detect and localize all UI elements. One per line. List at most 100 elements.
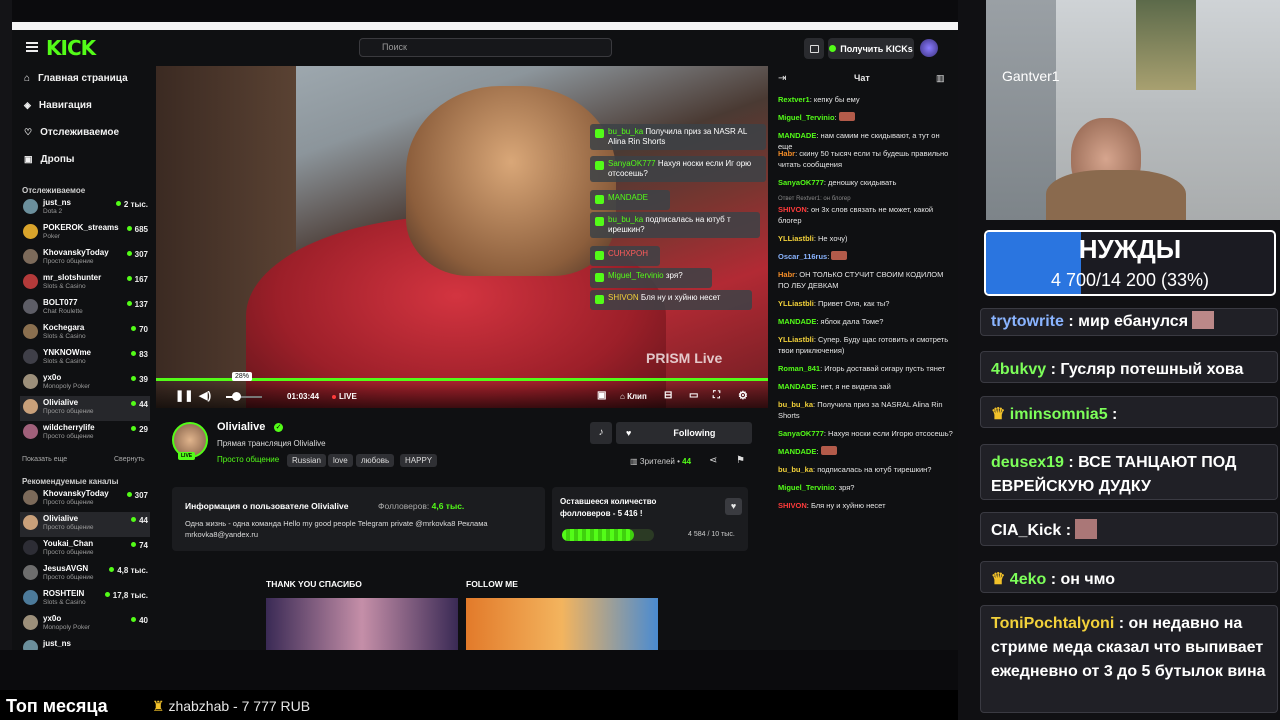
overlay-chat-message: CUHXPOH [590, 246, 660, 266]
chat-username[interactable]: SHIVON [778, 501, 807, 510]
chat-username[interactable]: SanyaOK777 [778, 429, 824, 438]
avatar [23, 424, 38, 439]
notification-bell-icon[interactable]: ♪ [590, 422, 612, 444]
followed-channel[interactable]: YNKNOWme Slots & Casino 83 [20, 346, 150, 371]
donation-goal-progress: 4 700/14 200 (33%) [1050, 270, 1210, 290]
share-icon[interactable]: ⋖ [709, 455, 717, 466]
chat-users-icon[interactable]: ▥ [936, 73, 945, 84]
chat-message: MANDADE: [778, 445, 956, 457]
chat-username[interactable]: Rextver1 [778, 95, 810, 104]
followed-channel[interactable]: just_ns Dota 2 2 тыс. [20, 196, 150, 221]
recommended-channel[interactable]: Youkai_Chan Просто общение 74 [20, 537, 150, 562]
chat-text: Привет Оля, как ты? [818, 298, 890, 308]
library-button[interactable] [804, 38, 824, 59]
collapse-link[interactable]: Свернуть [114, 456, 145, 463]
chat-username[interactable]: Roman_841 [778, 364, 820, 373]
chat-message: SHIVON: Бля ну и хуйню несет [778, 500, 956, 511]
nav-browse[interactable]: ◈ Навигация [24, 95, 149, 115]
pip-icon[interactable]: ▭ [689, 390, 698, 401]
chat-username[interactable]: bu_bu_ka [778, 400, 813, 409]
following-button[interactable]: ♥ Following [616, 422, 752, 444]
collapse-chat-icon[interactable]: ⇥ [778, 73, 786, 84]
followed-channel[interactable]: POKEROK_streams Poker 685 [20, 221, 150, 246]
nav-following-label: Отслеживаемое [40, 126, 120, 138]
following-label: Following [673, 428, 716, 438]
show-more-link[interactable]: Показать еще [22, 456, 67, 463]
top-month-title: Топ месяца [6, 696, 108, 716]
recommended-channel[interactable]: just_ns [20, 637, 150, 650]
heart-icon[interactable]: ♥ [725, 498, 742, 515]
channel-game: Dota 2 [43, 208, 63, 215]
screenshot-icon[interactable]: ⊟ [664, 390, 672, 401]
chat-username[interactable]: SHIVON [778, 205, 807, 214]
chat-username[interactable]: Oscar_116rus [778, 252, 827, 261]
get-kicks-button[interactable]: Получить KICKs [828, 38, 914, 59]
menu-icon[interactable] [26, 42, 38, 52]
search-input[interactable]: Поиск [359, 38, 612, 57]
tag-chip[interactable]: любовь [356, 454, 395, 467]
recommended-channel[interactable]: yx0o Monopoly Poker 40 [20, 612, 150, 637]
nav-home[interactable]: ⌂ Главная страница [24, 68, 149, 88]
theater-icon[interactable]: ▣ [597, 390, 606, 401]
report-icon[interactable]: ⚑ [736, 455, 745, 466]
followed-channel[interactable]: KhovanskyToday Просто общение 307 [20, 246, 150, 271]
chat-username[interactable]: Miguel_Tervinio [778, 113, 835, 122]
chat-username[interactable]: YLLiastbli [778, 234, 814, 243]
volume-icon[interactable]: ◀) [199, 389, 211, 402]
goal-card-title: Оставшееся количество фолловеров - 5 416… [560, 497, 657, 518]
recommended-channel[interactable]: KhovanskyToday Просто общение 307 [20, 487, 150, 512]
pause-icon[interactable]: ❚❚ [175, 389, 193, 402]
avatar [23, 224, 38, 239]
bottom-bar: Топ месяца ♜ zhabzhab - 7 777 RUB [0, 690, 958, 720]
chat-username[interactable]: YLLiastbli [778, 335, 814, 344]
recommended-channel-selected[interactable]: Olivialive Просто общение 44 [20, 512, 150, 537]
viewer-count: 137 [127, 300, 148, 309]
chat-username[interactable]: MANDADE [778, 131, 816, 140]
recommended-channel[interactable]: JesusAVGN Просто общение 4,8 тыс. [20, 562, 150, 587]
tag-chip[interactable]: HAPPY [400, 454, 438, 467]
about-title: Информация о пользователе Olivialive [185, 501, 349, 511]
chat-text: Игорь доставай сигару пусть тянет [824, 363, 946, 373]
recommended-channel[interactable]: ROSHTEIN Slots & Casino 17,8 тыс. [20, 587, 150, 612]
category-link[interactable]: Просто общение [217, 455, 279, 464]
prism-watermark: PRISM Live [646, 350, 723, 366]
channel-name[interactable]: Olivialive [217, 421, 265, 433]
panel-image[interactable] [266, 598, 458, 650]
followed-channel[interactable]: mr_slotshunter Slots & Casino 167 [20, 271, 150, 296]
tag-chip[interactable]: Russian [287, 454, 326, 467]
chat-message: Roman_841: Игорь доставай сигару пусть т… [778, 363, 956, 374]
user-avatar[interactable] [920, 39, 938, 57]
clip-button[interactable]: ⌂ Клип [620, 392, 647, 401]
chat-text: подписалась на ютуб тирешкин? [817, 464, 932, 474]
kick-logo[interactable]: KICK [46, 36, 96, 60]
settings-icon[interactable]: ⚙ [738, 389, 748, 402]
chat-username[interactable]: SanyaOK777 [778, 178, 824, 187]
channel-name: Olivialive [43, 514, 79, 523]
followed-channel[interactable]: wildcherrylife Просто общение 29 [20, 421, 150, 446]
channel-name: BOLT077 [43, 298, 78, 307]
tag-chip[interactable]: love [328, 454, 353, 467]
chat-username[interactable]: Habr [778, 149, 795, 158]
nav-drops[interactable]: ▣ Дропы [24, 149, 149, 169]
chat-text: нет, я не видела зай [820, 381, 891, 391]
followed-channel[interactable]: Kochegara Slots & Casino 70 [20, 321, 150, 346]
nav-following[interactable]: ♡ Отслеживаемое [24, 122, 149, 142]
volume-knob[interactable] [232, 392, 242, 401]
followed-channel-selected[interactable]: Olivialive Просто общение 44 [20, 396, 150, 421]
chat-username[interactable]: MANDADE [778, 317, 816, 326]
channel-game: Slots & Casino [43, 599, 86, 606]
overlay-chat-message: Miguel_Tervinio зря? [590, 268, 712, 288]
chat-username[interactable]: MANDADE [778, 382, 816, 391]
panel-image[interactable] [466, 598, 658, 650]
chat-username[interactable]: Miguel_Tervinio [778, 483, 835, 492]
chat-username[interactable]: MANDADE [778, 447, 816, 456]
channel-game: Просто общение [43, 549, 94, 556]
followed-channel[interactable]: BOLT077 Chat Roulette 137 [20, 296, 150, 321]
chat-username[interactable]: Habr [778, 270, 795, 279]
video-player[interactable]: bu_bu_ka Получила приз за NASR AL Alina … [156, 66, 768, 408]
overlay-chat-user: SHIVON [608, 293, 639, 302]
chat-username[interactable]: YLLiastbli [778, 299, 814, 308]
chat-username[interactable]: bu_bu_ka [778, 465, 813, 474]
followed-channel[interactable]: yx0o Monopoly Poker 39 [20, 371, 150, 396]
fullscreen-icon[interactable]: ⛶ [713, 390, 720, 401]
